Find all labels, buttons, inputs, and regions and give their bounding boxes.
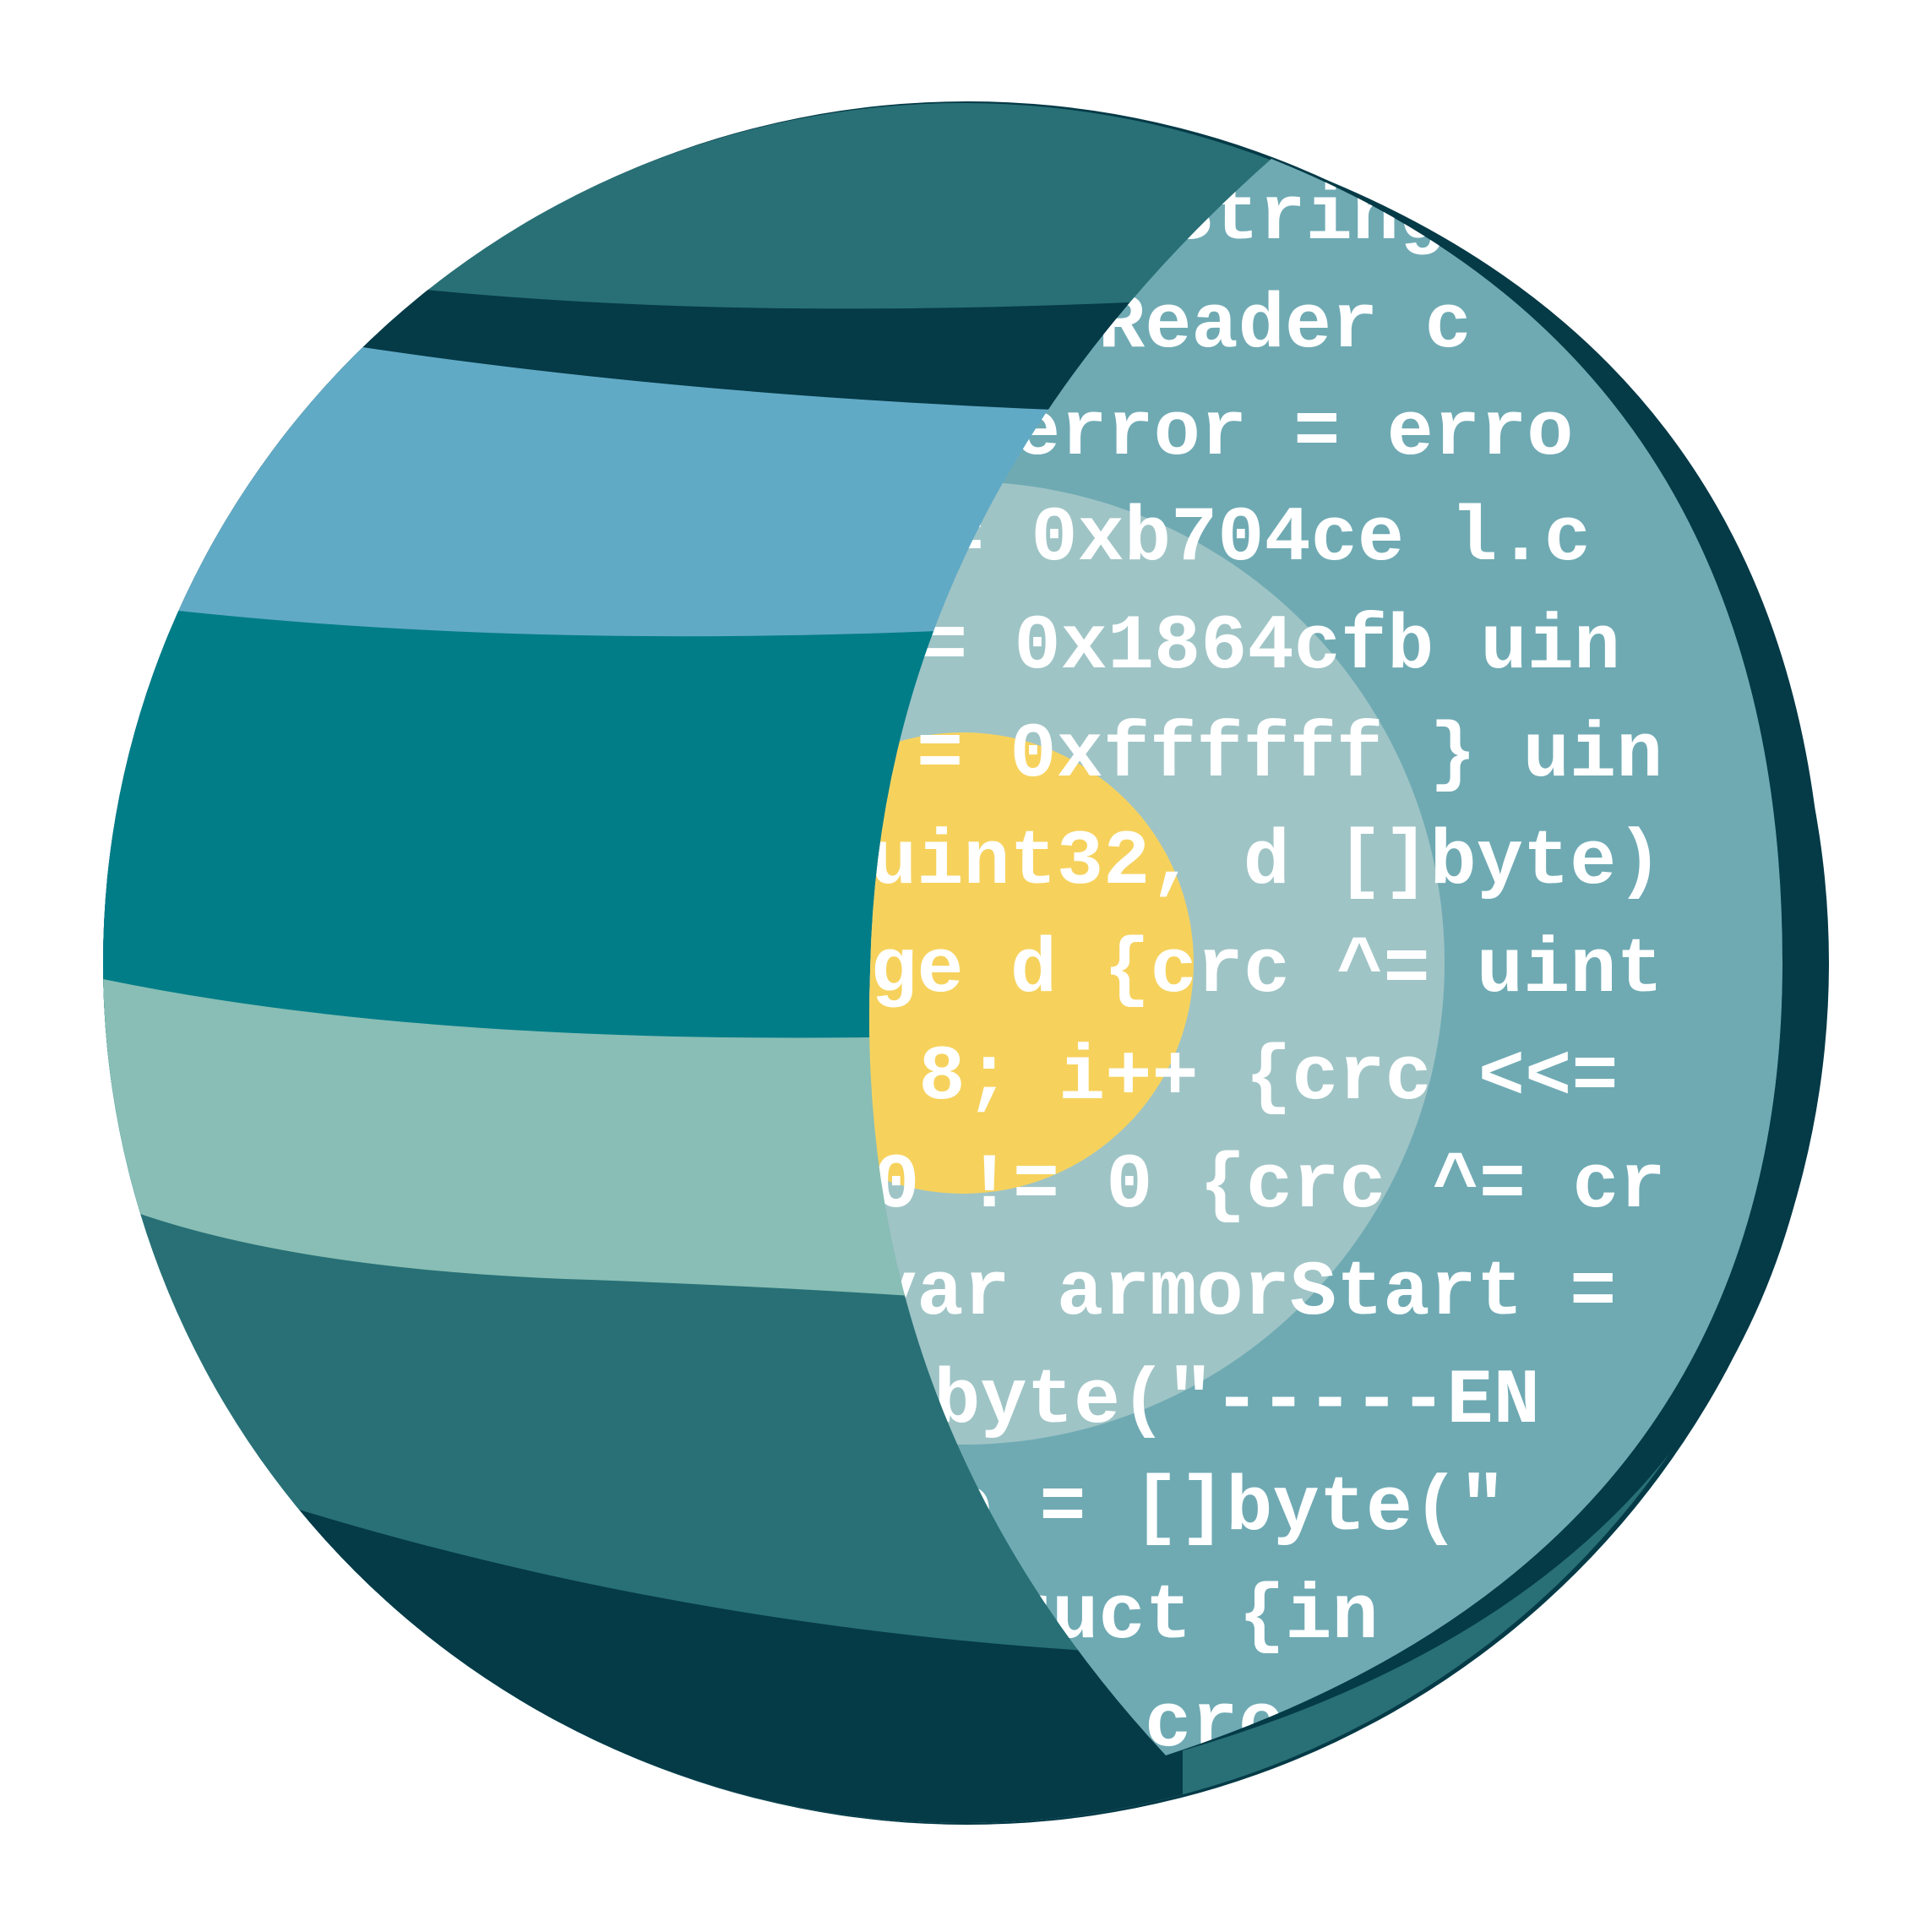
- code-line: Reader c: [1098, 281, 1472, 370]
- code-line: uint32, d []byte): [870, 818, 1663, 906]
- code-line: error = erro: [1014, 389, 1574, 477]
- code-line: ]byte("-----EN: [887, 1357, 1540, 1445]
- code-line: 00 != 0 {crc ^= cr: [826, 1141, 1666, 1230]
- code-line: = 0x1864cfb uin: [921, 602, 1620, 691]
- gopher-planet-logo: String Reader c error = erro = 0xb704ce …: [0, 0, 1932, 1932]
- code-line: = 0xffffff } uin: [917, 710, 1663, 799]
- code-line: var armorStart =: [870, 1249, 1616, 1337]
- code-line: < 8; i++ {crc <<=: [825, 1033, 1619, 1122]
- code-line: nge d {crc ^= uint: [824, 926, 1663, 1015]
- code-line: = 0xb704ce l.c: [938, 494, 1591, 583]
- code-line: e = []byte(": [946, 1464, 1506, 1553]
- planet-logo-graphic: String Reader c error = erro = 0xb704ce …: [103, 101, 1829, 1825]
